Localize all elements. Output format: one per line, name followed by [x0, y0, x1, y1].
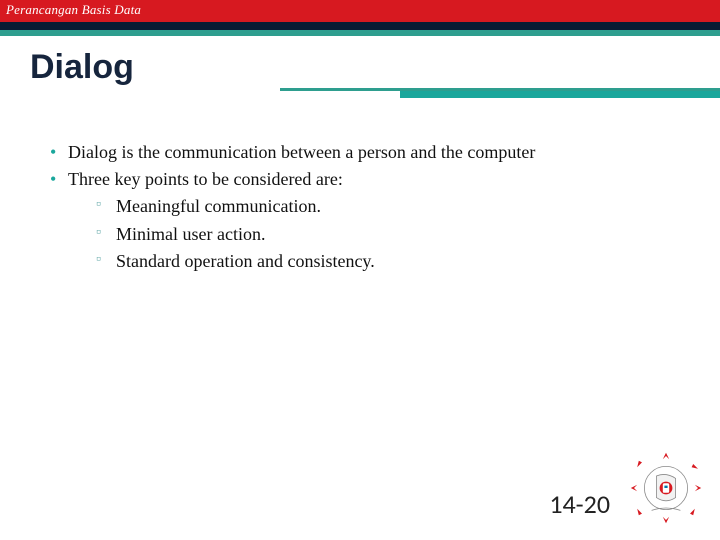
- list-item: Three key points to be considered are: M…: [46, 167, 680, 274]
- slide-number: 14-20: [549, 488, 610, 520]
- title-underline-accent: [280, 88, 720, 98]
- list-item: Standard operation and consistency.: [68, 249, 680, 274]
- bullet-text: Dialog is the communication between a pe…: [68, 142, 535, 162]
- sub-bullet-text: Standard operation and consistency.: [116, 251, 375, 271]
- sub-bullet-text: Minimal user action.: [116, 224, 265, 244]
- list-item: Dialog is the communication between a pe…: [46, 140, 680, 165]
- bullet-list: Dialog is the communication between a pe…: [46, 140, 680, 274]
- logo-icon: [626, 448, 706, 528]
- list-item: Meaningful communication.: [68, 194, 680, 219]
- bullet-text: Three key points to be considered are:: [68, 169, 343, 189]
- course-title: Perancangan Basis Data: [6, 2, 141, 18]
- university-logo: [626, 448, 706, 528]
- sub-bullet-text: Meaningful communication.: [116, 196, 321, 216]
- sub-bullet-list: Meaningful communication. Minimal user a…: [68, 194, 680, 274]
- page-title: Dialog: [30, 48, 134, 87]
- list-item: Minimal user action.: [68, 222, 680, 247]
- content-area: Dialog is the communication between a pe…: [46, 140, 680, 276]
- slide: Perancangan Basis Data Dialog Dialog is …: [0, 0, 720, 540]
- header-teal-band: [0, 30, 720, 36]
- header-navy-band: [0, 22, 720, 30]
- accent-line-thick: [400, 91, 720, 98]
